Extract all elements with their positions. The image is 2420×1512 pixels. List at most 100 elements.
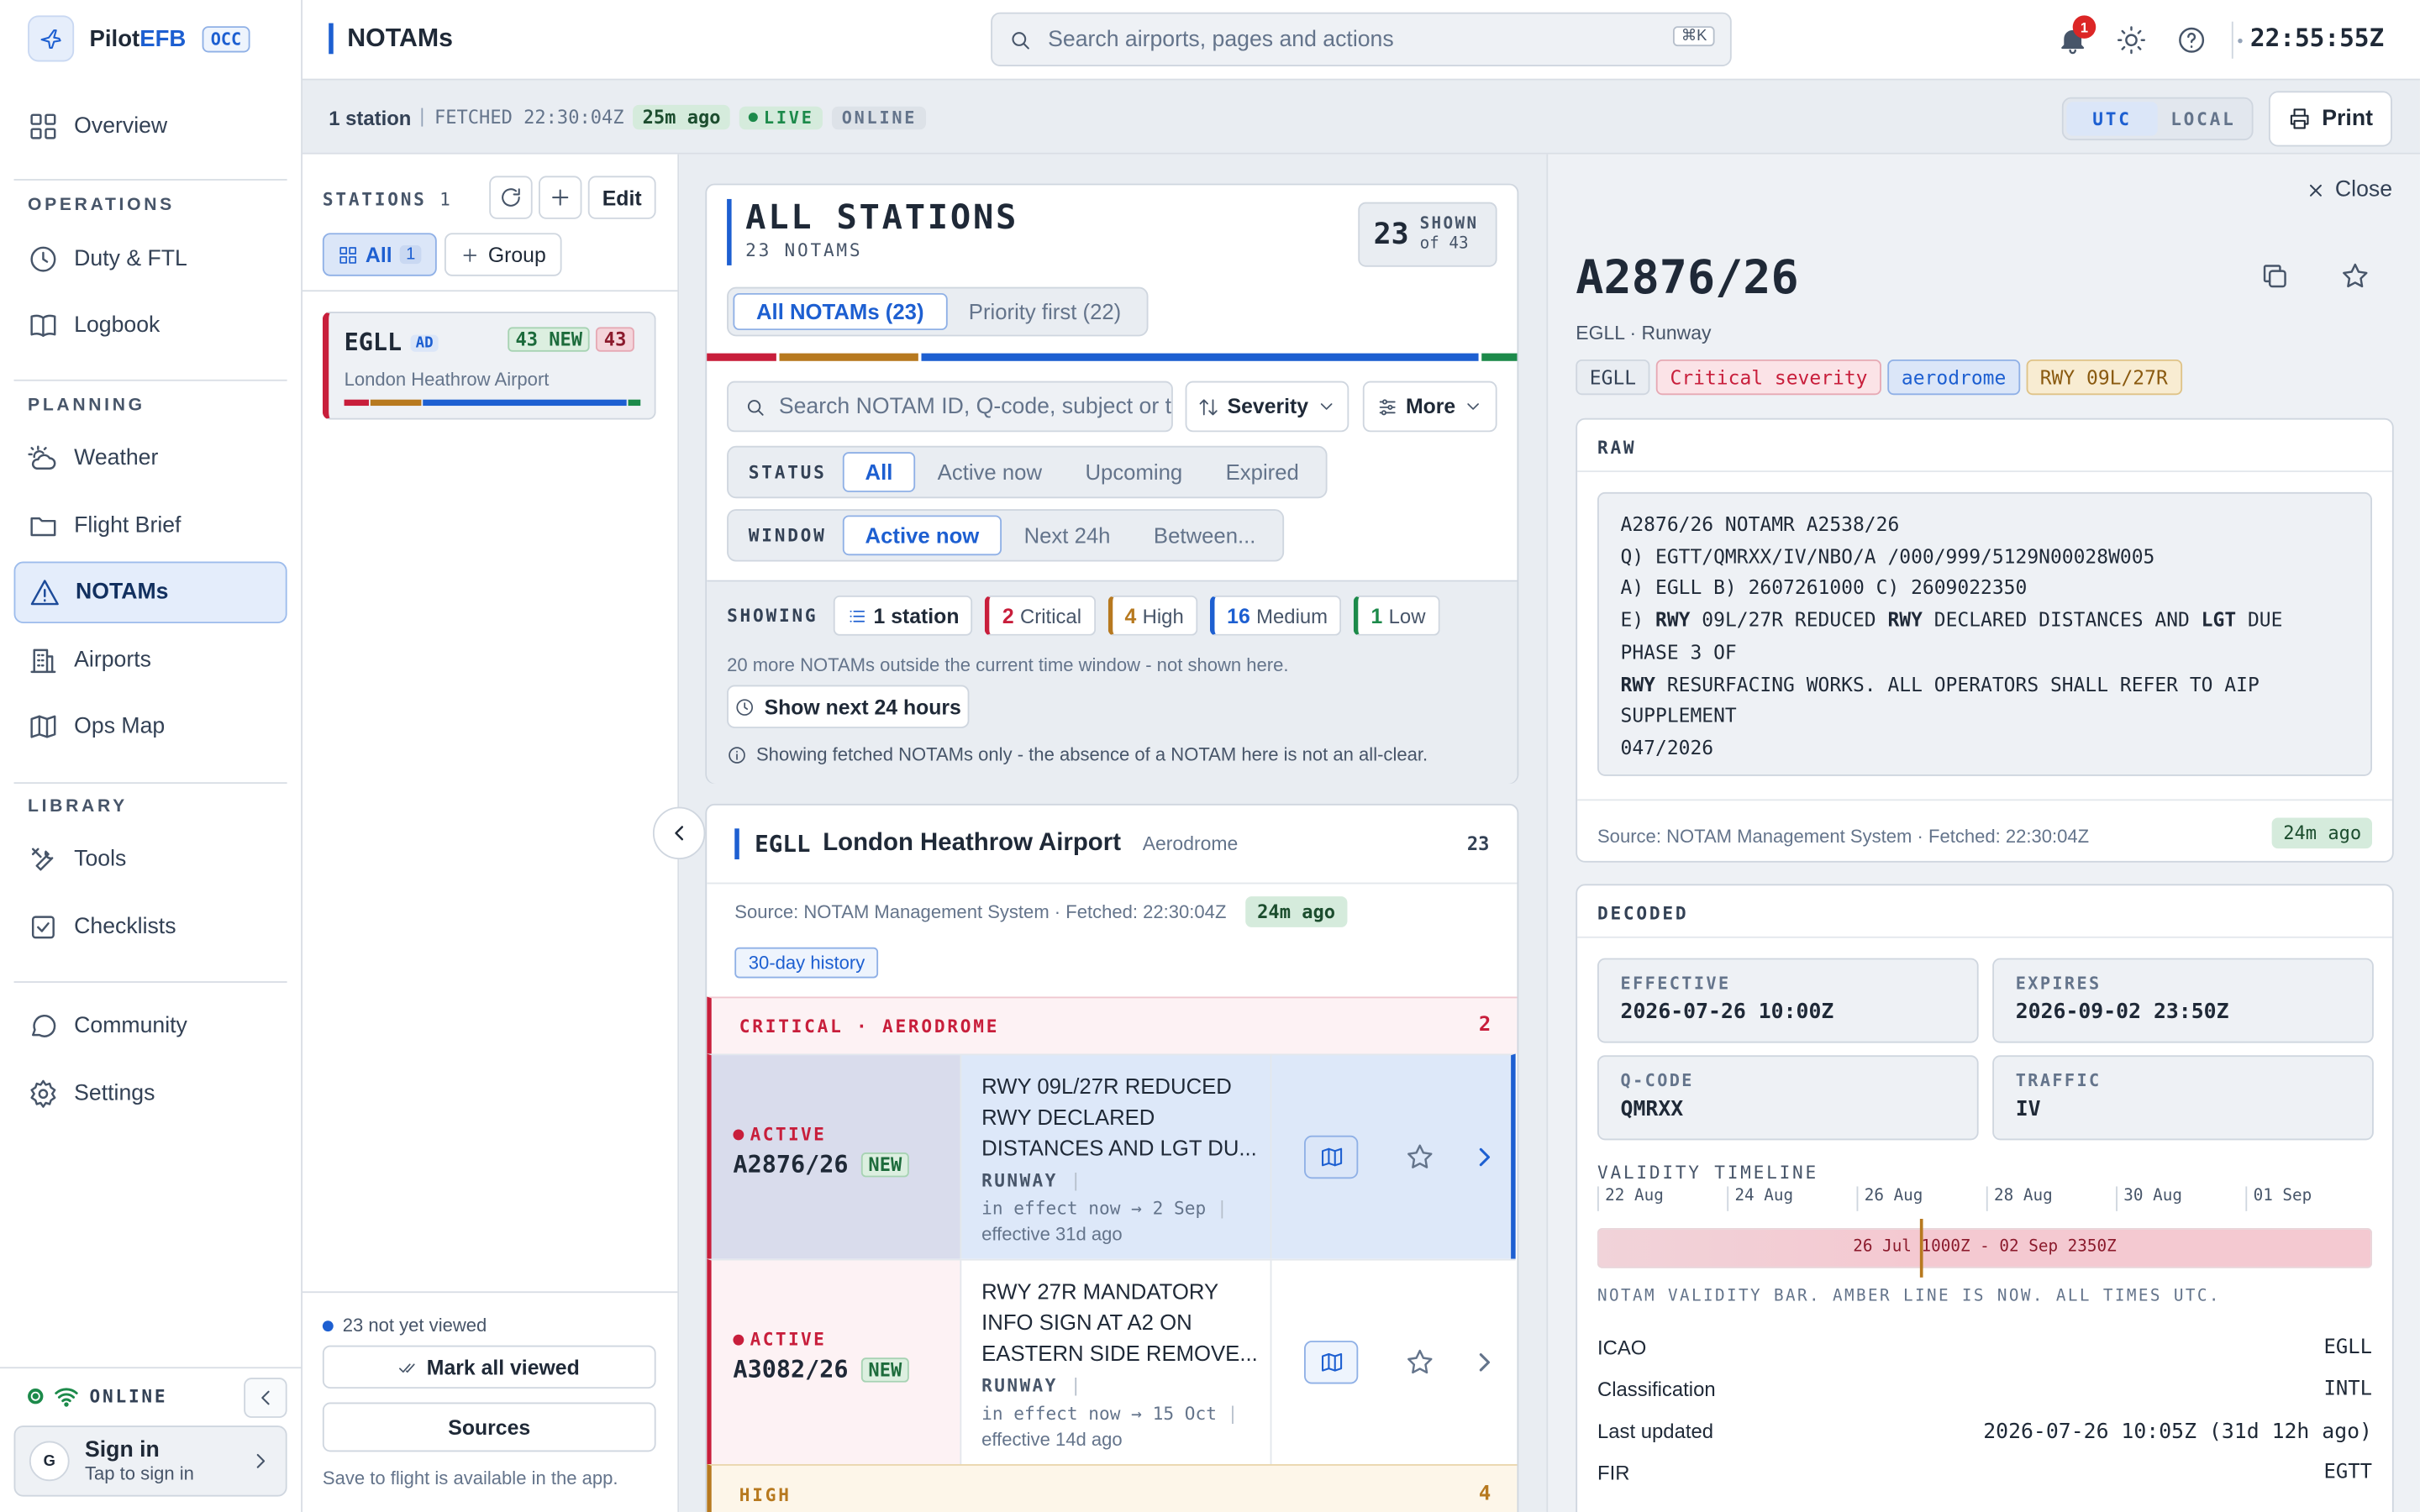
copy-icon — [2263, 265, 2286, 288]
notam-search-input[interactable]: Search NOTAM ID, Q-code, subject or t — [727, 381, 1173, 433]
window-active-option[interactable]: Active now — [842, 515, 1002, 556]
shortcut-hint: ⌘K — [1673, 26, 1715, 47]
station-count-chip[interactable]: 1 station — [833, 595, 974, 636]
sidebar-item-ops-map[interactable]: Ops Map — [14, 696, 287, 757]
show-on-map-button[interactable] — [1304, 1135, 1359, 1179]
history-link[interactable]: 30-day history — [734, 947, 879, 979]
fetch-age-badge: 25m ago — [633, 104, 730, 130]
favorite-button[interactable] — [2339, 260, 2370, 291]
tab-all-notams[interactable]: All NOTAMs (23) — [733, 292, 948, 331]
section-library: LIBRARY — [28, 797, 128, 816]
airport-header[interactable]: EGLL London Heathrow Airport Aerodrome — [734, 828, 1239, 860]
sources-button[interactable]: Sources — [322, 1402, 656, 1452]
checkbox-icon — [31, 916, 55, 939]
notam-subject: RWY 27R MANDATORY INFO SIGN AT A2 ON EASTE… — [981, 1278, 1258, 1366]
sidebar-item-duty[interactable]: Duty & FTL — [14, 228, 287, 290]
status-all-option[interactable]: All — [842, 452, 916, 492]
favorite-button[interactable] — [1404, 1347, 1435, 1378]
close-detail-button[interactable]: Close — [2306, 177, 2392, 202]
favorite-button[interactable] — [1404, 1142, 1435, 1173]
global-search-input[interactable]: Search airports, pages and actions ⌘K — [991, 12, 1732, 66]
collapse-sidebar-button[interactable] — [244, 1378, 287, 1418]
sidebar-item-label: NOTAMs — [75, 580, 169, 605]
list-title-block: ALL STATIONS 23 NOTAMS — [727, 198, 1018, 265]
collapse-stations-button[interactable] — [652, 806, 706, 860]
low-chip[interactable]: 1 Low — [1354, 595, 1440, 636]
print-button[interactable]: Print — [2268, 91, 2392, 147]
tz-utc-option[interactable]: UTC — [2066, 102, 2158, 136]
map-icon — [30, 715, 56, 738]
station-card-egll[interactable]: EGLL AD 43 NEW 43 London Heathrow Airpor… — [322, 312, 656, 420]
status-label: STATUS — [748, 461, 827, 483]
status-expired-option[interactable]: Expired — [1204, 452, 1321, 492]
edit-stations-button[interactable]: Edit — [587, 176, 656, 219]
divider — [13, 981, 287, 983]
window-next24-option[interactable]: Next 24h — [1002, 515, 1132, 555]
window-between-option[interactable]: Between... — [1132, 515, 1277, 555]
sidebar-item-notams[interactable]: NOTAMs — [13, 561, 287, 624]
folder-icon — [30, 517, 56, 537]
printer-icon — [2291, 108, 2310, 129]
sign-in-button[interactable]: G Sign in Tap to sign in — [13, 1425, 287, 1497]
copy-button[interactable] — [2260, 260, 2291, 291]
wifi-icon — [55, 1388, 78, 1407]
theme-toggle-button[interactable] — [2116, 24, 2147, 55]
new-count-badge: 43 NEW — [508, 327, 591, 352]
filter-all-button[interactable]: All 1 — [322, 233, 437, 276]
high-chip[interactable]: 4 High — [1107, 595, 1198, 636]
refresh-button[interactable] — [489, 176, 533, 219]
station-severity-bar — [344, 399, 641, 407]
mark-all-viewed-button[interactable]: Mark all viewed — [322, 1345, 656, 1389]
info-icon — [729, 746, 745, 763]
severity-segment-low — [1482, 353, 1518, 361]
plus-icon — [463, 248, 477, 261]
raw-label: RAW — [1597, 436, 1637, 459]
sidebar-item-airports[interactable]: Airports — [14, 629, 287, 690]
show-next-24h-button[interactable]: Show next 24 hours — [727, 685, 970, 728]
divider — [302, 1291, 680, 1294]
help-button[interactable] — [2176, 24, 2207, 55]
divider — [2231, 21, 2233, 59]
severity-sort-dropdown[interactable]: Severity — [1185, 381, 1349, 433]
status-active-option[interactable]: Active now — [916, 452, 1064, 492]
stations-label: STATIONS 1 — [322, 188, 453, 210]
notam-row-a3082[interactable]: ACTIVE A3082/26 NEW RWY 27R MANDATORY INFO… — [707, 1258, 1516, 1465]
sidebar-item-flight-brief[interactable]: Flight Brief — [14, 496, 287, 557]
sidebar-item-weather[interactable]: Weather — [14, 428, 287, 489]
critical-chip[interactable]: 2 Critical — [985, 595, 1096, 636]
sidebar-item-tools[interactable]: Tools — [14, 828, 287, 890]
status-upcoming-option[interactable]: Upcoming — [1064, 452, 1204, 492]
show-on-map-button[interactable] — [1304, 1341, 1359, 1384]
tab-priority-first[interactable]: Priority first (22) — [947, 293, 1143, 330]
sidebar-item-overview[interactable]: Overview — [14, 96, 287, 157]
raw-source: Source: NOTAM Management System · Fetche… — [1597, 825, 2090, 848]
sidebar-item-logbook[interactable]: Logbook — [14, 295, 287, 356]
airport-source: Source: NOTAM Management System · Fetche… — [734, 896, 1348, 927]
sidebar-item-checklists[interactable]: Checklists — [14, 896, 287, 958]
sidebar-item-label: Weather — [74, 445, 159, 471]
airport-type: Aerodrome — [1142, 832, 1239, 855]
group-button[interactable]: Group — [444, 233, 562, 276]
clock-icon — [736, 698, 754, 716]
timeline-tick-label: 01 Sep — [2245, 1186, 2312, 1211]
effective-box: EFFECTIVE 2026-07-26 10:00Z — [1597, 958, 1979, 1043]
brand[interactable]: PilotEFB OCC — [28, 15, 251, 62]
tz-local-option[interactable]: LOCAL — [2158, 102, 2249, 135]
open-notam-button[interactable] — [1470, 1347, 1501, 1378]
notam-effective: effective 14d ago — [981, 1428, 1123, 1451]
notification-count: 1 — [2072, 15, 2096, 39]
timezone-toggle[interactable]: UTC LOCAL — [2061, 97, 2254, 141]
more-filters-dropdown[interactable]: More — [1362, 381, 1497, 433]
notam-row-a2876[interactable]: ACTIVE A2876/26 NEW RWY 09L/27R REDUCED RW… — [707, 1053, 1516, 1259]
notifications-button[interactable]: 1 — [2057, 15, 2096, 55]
status-active: ACTIVE — [733, 1328, 960, 1350]
medium-chip[interactable]: 16 Medium — [1209, 595, 1342, 636]
clock-dot-icon — [2238, 38, 2243, 44]
open-notam-button[interactable] — [1470, 1142, 1501, 1173]
sidebar-item-settings[interactable]: Settings — [14, 1063, 287, 1124]
sidebar-item-community[interactable]: Community — [14, 995, 287, 1057]
add-station-button[interactable] — [539, 176, 582, 219]
map-icon — [1321, 1147, 1342, 1167]
high-group-header[interactable]: HIGH 4 — [707, 1464, 1518, 1512]
critical-group-header[interactable]: CRITICAL · AERODROME 2 — [707, 996, 1518, 1054]
